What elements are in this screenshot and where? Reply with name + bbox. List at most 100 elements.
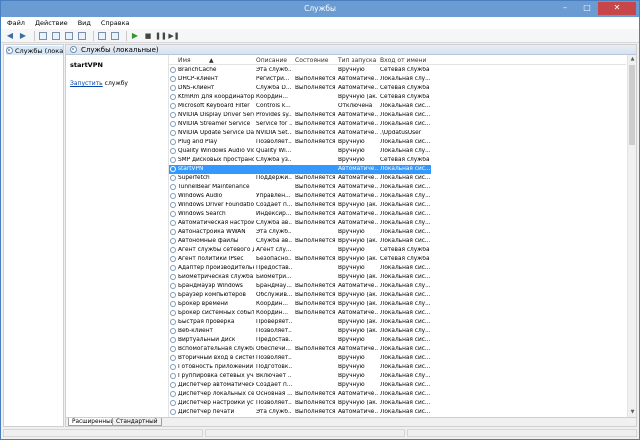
service-row[interactable]: Plug and Play Позволяет... Выполняется Вруч…	[169, 138, 431, 147]
export-list-icon[interactable]	[77, 31, 87, 41]
refresh-icon[interactable]	[64, 31, 74, 41]
service-row[interactable]: KtmRm для координатора ...Координ... Вруч…	[169, 93, 431, 102]
service-row[interactable]: Готовность приложений Подготовк... Вручную…	[169, 363, 431, 372]
service-row[interactable]: SMP дисковых пространст...Служба уз... Вр…	[169, 156, 431, 165]
tab-extended[interactable]: Расширенный	[68, 418, 119, 426]
gear-icon	[170, 175, 176, 181]
service-startup-type: Вручную	[338, 229, 365, 235]
service-description: Биометри...	[256, 274, 292, 280]
column-header-name[interactable]: Имя	[178, 57, 191, 64]
service-row[interactable]: Агент политики IPsec Безопасно... Выполняе…	[169, 255, 431, 264]
service-name: Биометрическая служба ...	[178, 274, 254, 280]
column-header-state[interactable]: Состояние	[295, 57, 328, 64]
restart-service-icon[interactable]: ▶❚	[168, 31, 179, 41]
service-startup-type: Вручную (ак...	[338, 238, 378, 244]
service-startup-type: Автоматиче...	[338, 76, 378, 82]
service-log-on-as: Локальная сис...	[380, 382, 430, 388]
service-row[interactable]: Вспомогательная служба IPОбеспечи... Выпо…	[169, 345, 431, 354]
scroll-thumb[interactable]	[629, 65, 635, 145]
service-row[interactable]: Microsoft Keyboard Filter Controls k... От…	[169, 102, 431, 111]
tree-item-services-local[interactable]: Службы (локальные)	[6, 46, 63, 55]
service-row[interactable]: Диспетчер печати Эта служб... Выполняется А…	[169, 408, 431, 417]
service-row[interactable]: Диспетчер автоматически...Создает п... Вр…	[169, 381, 431, 390]
service-state: Выполняется	[295, 238, 335, 244]
gear-icon	[170, 193, 176, 199]
service-row[interactable]: BranchCache Эта служб... Вручную Сетевая сл…	[169, 66, 431, 75]
start-service-link[interactable]: Запустить	[70, 80, 103, 87]
service-log-on-as: Локальная сис...	[380, 211, 430, 217]
pause-service-icon[interactable]: ❚❚	[155, 31, 167, 41]
details-icon[interactable]	[110, 31, 120, 41]
stop-service-icon[interactable]: ■	[143, 31, 153, 41]
service-row[interactable]: Быстрая проверка Проверяет... Вручную (ак.…	[169, 318, 431, 327]
vertical-scrollbar[interactable]: ▲ ▼	[627, 55, 636, 417]
service-state: Выполняется	[295, 121, 335, 127]
service-row[interactable]: Группировка сетевых учас...Включает ... В…	[169, 372, 431, 381]
scroll-down-icon[interactable]: ▼	[628, 408, 637, 417]
menu-view[interactable]: Вид	[78, 19, 91, 27]
service-row[interactable]: Автономные файлы Служба ав... Выполняется В…	[169, 237, 431, 246]
service-description: Координ...	[256, 301, 288, 307]
column-header-description[interactable]: Описание	[256, 57, 287, 64]
service-startup-type: Вручную (ак...	[338, 319, 378, 325]
maximize-button[interactable]: □	[576, 2, 598, 15]
minimize-button[interactable]: –	[554, 2, 576, 15]
back-arrow-icon[interactable]: ◀	[5, 31, 15, 41]
service-row[interactable]: Диспетчер настройки устр...Позволяет...В…	[169, 399, 431, 408]
service-row[interactable]: Вторичный вход в систему Позволяет... Вруч…	[169, 354, 431, 363]
service-state: Выполняется	[295, 175, 335, 181]
service-row[interactable]: NVIDIA Update Service Dae...NVIDIA Set..…	[169, 129, 431, 138]
service-name: Группировка сетевых учас...	[178, 373, 254, 379]
service-description: Quality Wi...	[256, 148, 292, 154]
service-name: Автонастройка WWAN	[178, 229, 246, 235]
start-service-suffix: службу	[102, 80, 128, 87]
column-header-startup-type[interactable]: Тип запуска	[338, 57, 376, 64]
service-row[interactable]: Биометрическая служба ... Биометри... Вруч…	[169, 273, 431, 282]
service-row[interactable]: Quality Windows Audio Vid... Quality Wi..…	[169, 147, 431, 156]
column-header-log-on-as[interactable]: Вход от имени	[380, 57, 426, 64]
properties-icon[interactable]	[51, 31, 61, 41]
service-log-on-as: Локальная сис...	[380, 346, 430, 352]
service-row[interactable]: Superfetch Поддержи... Выполняется Автомати…	[169, 174, 431, 183]
help-icon[interactable]	[97, 31, 107, 41]
service-startup-type: Вручную	[338, 247, 365, 253]
service-name: TunnelBear Maintenance	[178, 184, 250, 190]
menu-file[interactable]: Файл	[7, 19, 25, 27]
service-description: NVIDIA Set...	[256, 130, 292, 136]
service-row[interactable]: Windows Driver Foundation...Создает п...…	[169, 201, 431, 210]
close-button[interactable]: ✕	[598, 2, 636, 15]
service-row[interactable]: DNS-клиент Служба D... Выполняется Автомати…	[169, 84, 431, 93]
service-name: NVIDIA Streamer Service	[178, 121, 251, 127]
menu-action[interactable]: Действие	[35, 19, 68, 27]
service-row[interactable]: Windows Audio Управлен... Выполняется Автом…	[169, 192, 431, 201]
service-row[interactable]: Windows Search Индексир... Выполняется Авто…	[169, 210, 431, 219]
console-tree-icon[interactable]	[38, 31, 48, 41]
title-bar[interactable]: Службы – □ ✕	[1, 1, 639, 17]
service-name: Quality Windows Audio Vid...	[178, 148, 254, 154]
service-row[interactable]: Автонастройка WWAN Эта служб... Вручную Лок…	[169, 228, 431, 237]
start-service-icon[interactable]: ▶	[130, 31, 140, 41]
gear-icon	[170, 211, 176, 217]
service-row[interactable]: TunnelBear Maintenance Выполняется Автомат…	[169, 183, 431, 192]
service-row[interactable]: Диспетчер локальных сеа...Основная ...Вы…	[169, 390, 431, 399]
service-startup-type: Вручную	[338, 67, 365, 73]
service-row[interactable]: startVPN Автоматиче... Локальная сис...	[169, 165, 431, 174]
service-row[interactable]: NVIDIA Display Driver ServiceProvides sy…	[169, 111, 431, 120]
menu-help[interactable]: Справка	[101, 19, 130, 27]
gear-icon	[170, 184, 176, 190]
service-row[interactable]: Браузер компьютеров Обслужив... Выполняетс…	[169, 291, 431, 300]
service-row[interactable]: Агент службы сетевого д... Агент слу... Вр…	[169, 246, 431, 255]
service-row[interactable]: Брокер времени Координ... Выполняется Вручн…	[169, 300, 431, 309]
service-row[interactable]: Адаптер производительно...Предостав... Вр…	[169, 264, 431, 273]
service-row[interactable]: Виртуальный диск Предостав... Вручную Локал…	[169, 336, 431, 345]
forward-arrow-icon[interactable]: ▶	[18, 31, 28, 41]
service-row[interactable]: DHCP-клиент Регистри... Выполняется Автомат…	[169, 75, 431, 84]
service-row[interactable]: Брандмауэр Windows Брандмау... Выполняется…	[169, 282, 431, 291]
tab-standard[interactable]: Стандартный	[112, 418, 162, 426]
service-row[interactable]: Автоматическая настройк...Служба ав...Вы…	[169, 219, 431, 228]
service-row[interactable]: NVIDIA Streamer Service Service for ... Вы…	[169, 120, 431, 129]
service-row[interactable]: Брокер системных событийКоордин... Выполн…	[169, 309, 431, 318]
service-row[interactable]: Веб-клиент Позволяет... Вручную (ак... Лока…	[169, 327, 431, 336]
toolbar: ◀ ▶ ▶ ■ ❚❚ ▶❚	[1, 29, 639, 43]
scroll-up-icon[interactable]: ▲	[628, 55, 637, 64]
